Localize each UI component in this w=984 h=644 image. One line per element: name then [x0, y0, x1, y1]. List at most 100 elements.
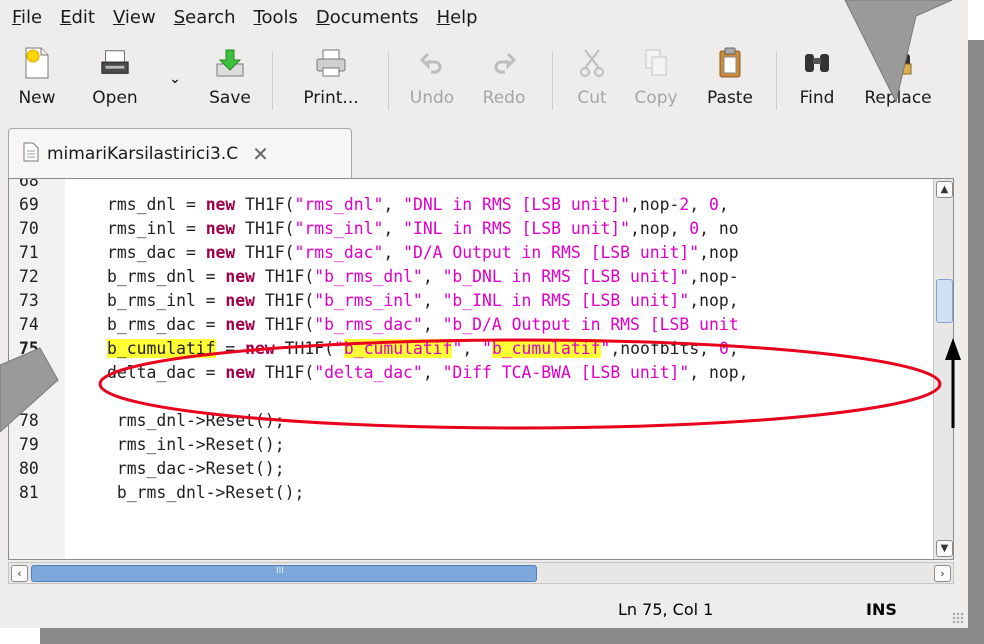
code-line: 75 b_cumulatif = new TH1F("b_cumulatif", … — [9, 337, 934, 361]
undo-button[interactable]: Undo — [404, 42, 460, 120]
code-line: 71 rms_dac = new TH1F("rms_dac", "D/A Out… — [9, 241, 934, 265]
resize-grip-icon[interactable] — [952, 612, 964, 624]
menu-help[interactable]: Help — [437, 7, 478, 28]
copy-button[interactable]: Copy — [626, 42, 686, 120]
scroll-left-arrow-icon[interactable]: ‹ — [11, 565, 28, 582]
replace-button[interactable]: Replace — [846, 42, 950, 120]
code-line: 74 b_rms_dac = new TH1F("b_rms_dac", "b_D… — [9, 313, 934, 337]
code-line: 70 rms_inl = new TH1F("rms_inl", "INL in … — [9, 217, 934, 241]
code-text: b_rms_inl = new TH1F("b_rms_inl", "b_INL… — [107, 291, 739, 310]
code-text: rms_inl->Reset(); — [107, 435, 285, 454]
line-number: 73 — [19, 291, 39, 310]
open-button[interactable]: Open — [80, 42, 150, 120]
code-text: rms_dnl->Reset(); — [107, 411, 285, 430]
horizontal-scrollbar[interactable]: ‹ III › — [8, 562, 954, 584]
printer-icon — [315, 46, 347, 80]
cut-button[interactable]: Cut — [570, 42, 614, 120]
scroll-grip: III — [276, 566, 284, 576]
scroll-right-arrow-icon[interactable]: › — [934, 565, 951, 582]
open-label: Open — [92, 88, 138, 108]
open-tray-icon — [99, 46, 131, 80]
menu-view[interactable]: View — [113, 7, 156, 28]
cursor-position: Ln 75, Col 1 — [618, 600, 714, 619]
window-shadow-bottom — [40, 628, 984, 644]
toolbar-separator — [552, 52, 553, 110]
code-line: 68 — [9, 179, 934, 193]
scroll-up-arrow-icon[interactable]: ▲ — [936, 181, 953, 198]
line-number: 77 — [19, 387, 39, 406]
chevron-down-icon: ⌄ — [169, 71, 181, 87]
tab-filename: mimariKarsilastirici3.C — [47, 143, 239, 164]
binoculars-icon — [801, 46, 833, 80]
code-text: b_rms_dnl = new TH1F("b_rms_dnl", "b_DNL… — [107, 267, 739, 286]
menu-search[interactable]: Search — [174, 7, 236, 28]
line-number: 70 — [19, 219, 39, 238]
menu-file[interactable]: File — [12, 7, 42, 28]
line-number: 75 — [19, 339, 39, 358]
horizontal-scroll-thumb[interactable]: III — [31, 565, 537, 582]
menu-tools[interactable]: Tools — [254, 7, 298, 28]
clipboard-paste-icon — [714, 46, 746, 80]
save-button[interactable]: Save — [202, 42, 258, 120]
code-text: b_rms_dnl->Reset(); — [107, 483, 305, 502]
redo-label: Redo — [482, 88, 526, 108]
code-line: 73 b_rms_inl = new TH1F("b_rms_inl", "b_I… — [9, 289, 934, 313]
code-line: 69 rms_dnl = new TH1F("rms_dnl", "DNL in … — [9, 193, 934, 217]
toolbar-separator — [388, 52, 389, 110]
menu-edit[interactable]: Edit — [60, 7, 95, 28]
paste-label: Paste — [707, 88, 753, 108]
line-number: 72 — [19, 267, 39, 286]
code-line: 80 rms_dac->Reset(); — [9, 457, 934, 481]
cut-label: Cut — [577, 88, 607, 108]
vertical-scrollbar[interactable]: ▲ ▼ — [933, 179, 953, 559]
replace-label: Replace — [864, 88, 932, 108]
code-line: 78 rms_dnl->Reset(); — [9, 409, 934, 433]
copy-label: Copy — [634, 88, 678, 108]
new-document-icon — [21, 46, 53, 80]
window-shadow-right — [968, 40, 984, 644]
code-line: 77 — [9, 385, 934, 409]
scroll-down-arrow-icon[interactable]: ▼ — [936, 540, 953, 557]
line-number: 80 — [19, 459, 39, 478]
find-button[interactable]: Find — [792, 42, 842, 120]
toolbar: New Open ⌄ Save Print... Undo Redo Cut C… — [0, 42, 968, 120]
document-tab[interactable]: mimariKarsilastirici3.C ✕ — [8, 128, 352, 178]
text-document-icon — [23, 142, 39, 166]
code-text: rms_inl = new TH1F("rms_inl", "INL in RM… — [107, 219, 739, 238]
copy-icon — [640, 46, 672, 80]
close-tab-icon[interactable]: ✕ — [252, 142, 269, 166]
code-lines: 68 69 rms_dnl = new TH1F("rms_dnl", "DNL i… — [9, 179, 934, 559]
menu-documents[interactable]: Documents — [316, 7, 419, 28]
line-number: 69 — [19, 195, 39, 214]
new-label: New — [18, 88, 56, 108]
toolbar-separator — [776, 52, 777, 110]
redo-button[interactable]: Redo — [476, 42, 532, 120]
print-button[interactable]: Print... — [290, 42, 372, 120]
line-number: 79 — [19, 435, 39, 454]
scissors-icon — [576, 46, 608, 80]
undo-arrow-icon — [416, 46, 448, 80]
code-text: b_rms_dac = new TH1F("b_rms_dac", "b_D/A… — [107, 315, 739, 334]
code-line: 76 delta_dac = new TH1F("delta_dac", "Dif… — [9, 361, 934, 385]
redo-arrow-icon — [488, 46, 520, 80]
line-number: 78 — [19, 411, 39, 430]
code-text: rms_dnl = new TH1F("rms_dnl", "DNL in RM… — [107, 195, 739, 214]
save-download-icon — [214, 46, 246, 80]
line-number: 81 — [19, 483, 39, 502]
open-recent-dropdown[interactable]: ⌄ — [166, 42, 184, 120]
code-text: rms_dac = new TH1F("rms_dac", "D/A Outpu… — [107, 243, 739, 262]
status-bar: Ln 75, Col 1 INS — [0, 590, 968, 628]
paste-button[interactable]: Paste — [700, 42, 760, 120]
vertical-scroll-thumb[interactable] — [936, 279, 953, 323]
print-label: Print... — [303, 88, 359, 108]
toolbar-separator — [272, 52, 273, 110]
code-line: 79 rms_inl->Reset(); — [9, 433, 934, 457]
code-text: b_cumulatif = new TH1F("b_cumulatif", "b… — [107, 339, 739, 358]
code-editor[interactable]: 68 69 rms_dnl = new TH1F("rms_dnl", "DNL i… — [8, 178, 954, 560]
editor-window: File Edit View Search Tools Documents Help New… — [0, 0, 968, 628]
new-button[interactable]: New — [12, 42, 62, 120]
undo-label: Undo — [409, 88, 455, 108]
find-replace-icon — [882, 46, 914, 80]
code-line: 72 b_rms_dnl = new TH1F("b_rms_dnl", "b_D… — [9, 265, 934, 289]
save-label: Save — [209, 88, 251, 108]
